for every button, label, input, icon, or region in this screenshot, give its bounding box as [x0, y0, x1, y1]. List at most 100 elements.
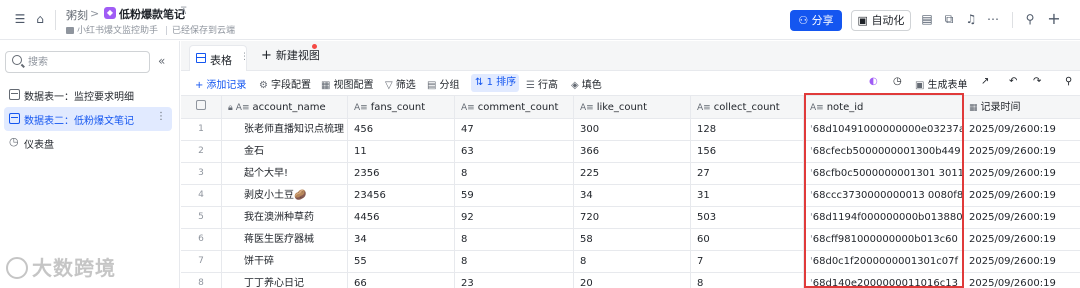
- cell-comment-count[interactable]: 92: [455, 207, 574, 228]
- cell-comment-count[interactable]: 8: [455, 163, 574, 184]
- cell-like-count[interactable]: 58: [574, 229, 691, 250]
- cell-fans-count[interactable]: 11: [348, 141, 455, 162]
- fill-color-button[interactable]: ◈ 填色: [571, 76, 602, 91]
- share-button[interactable]: ⚇ 分享: [790, 10, 842, 31]
- sidebar-item-low-fans-notes[interactable]: 数据表二：低粉爆文笔记 ⋮: [4, 107, 172, 131]
- cell-fans-count[interactable]: 66: [348, 273, 455, 288]
- cell-like-count[interactable]: 225: [574, 163, 691, 184]
- select-all-cell[interactable]: [181, 96, 222, 118]
- column-header-collect-count[interactable]: A≡ collect_count: [691, 96, 804, 118]
- column-header-fans-count[interactable]: A≡ fans_count: [348, 96, 455, 118]
- cell-account-name[interactable]: 蒋医生医疗器械: [222, 229, 348, 250]
- cell-account-name[interactable]: 我在澳洲种草药: [222, 207, 348, 228]
- generate-form-button[interactable]: ▣ 生成表单: [915, 76, 967, 91]
- cell-note-id[interactable]: '68cfecb5000000001300b449: [804, 141, 963, 162]
- cell-record-time[interactable]: 2025/09/2600:19: [963, 207, 1080, 228]
- search-records-icon[interactable]: ⚲: [1065, 76, 1072, 87]
- add-record-button[interactable]: + 添加记录: [195, 76, 246, 91]
- cell-like-count[interactable]: 34: [574, 185, 691, 206]
- cell-collect-count[interactable]: 7: [691, 251, 804, 272]
- filter-button[interactable]: ▽ 筛选: [385, 76, 416, 91]
- cell-account-name[interactable]: 饼干碎: [222, 251, 348, 272]
- cell-comment-count[interactable]: 8: [455, 229, 574, 250]
- cell-record-time[interactable]: 2025/09/2600:19: [963, 119, 1080, 140]
- group-button[interactable]: ▤ 分组: [427, 76, 459, 91]
- cell-collect-count[interactable]: 60: [691, 229, 804, 250]
- cell-collect-count[interactable]: 27: [691, 163, 804, 184]
- cell-account-name[interactable]: 剥皮小土豆🥔: [222, 185, 348, 206]
- row-number[interactable]: 2: [181, 141, 222, 162]
- row-number[interactable]: 6: [181, 229, 222, 250]
- sub-folder-name[interactable]: 小红书爆文监控助手: [77, 26, 158, 36]
- cell-record-time[interactable]: 2025/09/2600:19: [963, 273, 1080, 288]
- new-view-button[interactable]: + 新建视图: [261, 47, 320, 63]
- ai-icon[interactable]: ◐: [869, 76, 878, 87]
- sidebar-item-monitor-requirements[interactable]: 数据表一：监控要求明细: [4, 83, 172, 107]
- cell-comment-count[interactable]: 47: [455, 119, 574, 140]
- cell-fans-count[interactable]: 2356: [348, 163, 455, 184]
- row-number[interactable]: 3: [181, 163, 222, 184]
- cell-collect-count[interactable]: 156: [691, 141, 804, 162]
- cell-comment-count[interactable]: 8: [455, 251, 574, 272]
- sidebar-toggle-icon[interactable]: ☰: [12, 11, 28, 27]
- cell-account-name[interactable]: 张老师直播知识点梳理: [222, 119, 348, 140]
- column-header-comment-count[interactable]: A≡ comment_count: [455, 96, 574, 118]
- cell-fans-count[interactable]: 23456: [348, 185, 455, 206]
- cell-record-time[interactable]: 2025/09/2600:19: [963, 185, 1080, 206]
- collapse-sidebar-icon[interactable]: «: [158, 54, 165, 68]
- column-header-note-id[interactable]: A≡ note_id: [804, 96, 963, 118]
- automation-button[interactable]: ▣ 自动化: [851, 10, 911, 31]
- cell-record-time[interactable]: 2025/09/2600:19: [963, 251, 1080, 272]
- search-icon[interactable]: ⚲: [1022, 11, 1038, 27]
- cell-account-name[interactable]: 起个大早!: [222, 163, 348, 184]
- column-header-record-time[interactable]: ▦ 记录时间: [963, 96, 1080, 118]
- cell-record-time[interactable]: 2025/09/2600:19: [963, 141, 1080, 162]
- cell-note-id[interactable]: '68d10491000000000e03237a: [804, 119, 963, 140]
- table-row[interactable]: 8 丁丁养心日记 66 23 20 8'68d140e2000000011016c13 20…: [181, 273, 1080, 288]
- row-number[interactable]: 5: [181, 207, 222, 228]
- cell-account-name[interactable]: 金石: [222, 141, 348, 162]
- row-height-button[interactable]: ☰ 行高: [526, 76, 558, 91]
- pin-icon[interactable]: ⊼: [180, 6, 187, 17]
- cell-comment-count[interactable]: 63: [455, 141, 574, 162]
- search-input[interactable]: [28, 55, 138, 69]
- cell-note-id[interactable]: '68cff981000000000b013c60: [804, 229, 963, 250]
- view-config-button[interactable]: ▦ 视图配置: [321, 76, 373, 91]
- cell-note-id[interactable]: '68cfb0c5000000001301 3011d0c: [804, 163, 963, 184]
- document-info-icon[interactable]: ▤: [919, 11, 935, 27]
- redo-icon[interactable]: ↷: [1033, 76, 1041, 87]
- cell-record-time[interactable]: 2025/09/2600:19: [963, 229, 1080, 250]
- cell-like-count[interactable]: 300: [574, 119, 691, 140]
- document-title[interactable]: 低粉爆款笔记: [119, 6, 185, 22]
- undo-icon[interactable]: ↶: [1009, 76, 1017, 87]
- cell-comment-count[interactable]: 59: [455, 185, 574, 206]
- select-all-checkbox[interactable]: [196, 100, 206, 110]
- cell-fans-count[interactable]: 456: [348, 119, 455, 140]
- row-number[interactable]: 7: [181, 251, 222, 272]
- share-view-icon[interactable]: ↗: [981, 76, 989, 87]
- row-number[interactable]: 4: [181, 185, 222, 206]
- tab-more-icon[interactable]: ⋮: [240, 52, 249, 62]
- table-row[interactable]: 2 金石 11 63 366 156'68cfecb5000000001300b449 20…: [181, 141, 1080, 163]
- row-number[interactable]: 1: [181, 119, 222, 140]
- cell-record-time[interactable]: 2025/09/2600:19: [963, 163, 1080, 184]
- table-row[interactable]: 3 起个大早! 2356 8 225 27 '68cfb0c5000000001301 30…: [181, 163, 1080, 185]
- cell-collect-count[interactable]: 31: [691, 185, 804, 206]
- column-header-account-name[interactable]: 🔒︎ A≡ account_name: [222, 96, 348, 118]
- cell-note-id[interactable]: '68d1194f000000000b013880: [804, 207, 963, 228]
- cell-fans-count[interactable]: 55: [348, 251, 455, 272]
- table-row[interactable]: 5 我在澳洲种草药 4456 92 720 503 '68d1194f000000000b0…: [181, 207, 1080, 229]
- tab-grid-view[interactable]: 表格 ⋮: [189, 45, 249, 71]
- cell-like-count[interactable]: 720: [574, 207, 691, 228]
- table-row[interactable]: 7 饼干碎 55 8 8 7'68d0c1f2000000001301c07f 2025/0…: [181, 251, 1080, 273]
- cell-like-count[interactable]: 8: [574, 251, 691, 272]
- cell-comment-count[interactable]: 23: [455, 273, 574, 288]
- cell-note-id[interactable]: '68d140e2000000011016c13: [804, 273, 963, 288]
- sort-button[interactable]: ⇅ 1 排序: [471, 74, 519, 92]
- cell-fans-count[interactable]: 4456: [348, 207, 455, 228]
- cell-like-count[interactable]: 366: [574, 141, 691, 162]
- field-config-button[interactable]: ⚙ 字段配置: [259, 76, 311, 91]
- column-header-like-count[interactable]: A≡ like_count: [574, 96, 691, 118]
- table-row[interactable]: 6 蒋医生医疗器械 34 8 58 60 '68cff981000000000b013c60…: [181, 229, 1080, 251]
- more-options-icon[interactable]: ⋮: [156, 111, 166, 122]
